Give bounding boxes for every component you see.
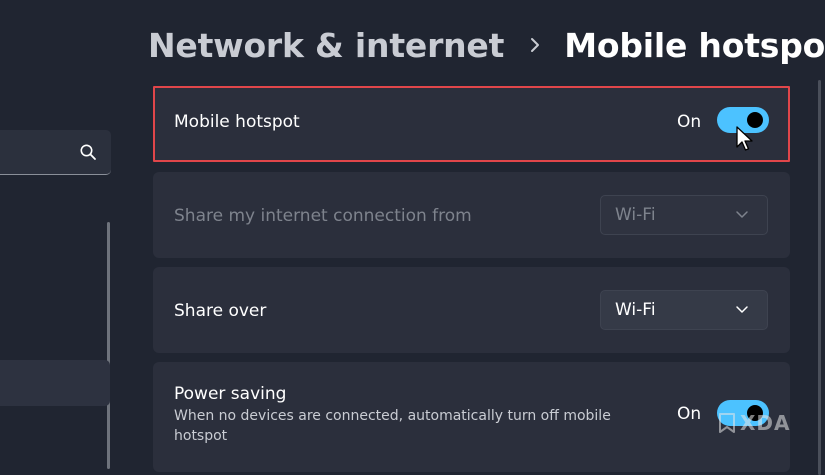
power-saving-card: Power saving When no devices are connect… — [153, 362, 790, 472]
breadcrumb: Network & internet Mobile hotspot — [148, 20, 825, 70]
watermark-text: XDA — [740, 411, 791, 435]
chevron-down-icon — [736, 306, 748, 313]
sidebar-scrollbar[interactable] — [107, 222, 110, 469]
mouse-cursor-icon — [736, 126, 753, 151]
page-scrollbar[interactable] — [818, 80, 821, 475]
share-over-dropdown[interactable]: Wi-Fi — [600, 290, 768, 330]
power-saving-description: When no devices are connected, automatic… — [174, 408, 611, 444]
xda-logo-icon — [719, 413, 735, 433]
search-input[interactable] — [0, 130, 111, 175]
power-saving-state: On — [677, 404, 702, 424]
power-saving-label: Power saving — [174, 384, 287, 404]
share-over-card: Share over Wi-Fi — [153, 267, 790, 353]
search-icon — [80, 144, 96, 160]
share-over-label: Share over — [174, 301, 267, 321]
share-over-value: Wi-Fi — [615, 300, 656, 320]
sidebar — [0, 0, 130, 469]
breadcrumb-parent-link[interactable]: Network & internet — [148, 26, 504, 65]
page-title: Mobile hotspot — [564, 25, 825, 65]
chevron-down-icon — [736, 211, 748, 218]
share-from-dropdown[interactable]: Wi-Fi — [600, 195, 768, 235]
sidebar-item-network-internet[interactable] — [0, 360, 110, 406]
xda-watermark: XDA — [718, 410, 791, 436]
share-from-card: Share my internet connection from Wi-Fi — [153, 172, 790, 258]
highlight-box — [153, 86, 790, 162]
chevron-right-icon — [531, 38, 540, 52]
share-from-value: Wi-Fi — [615, 205, 656, 225]
share-from-label: Share my internet connection from — [174, 206, 472, 226]
